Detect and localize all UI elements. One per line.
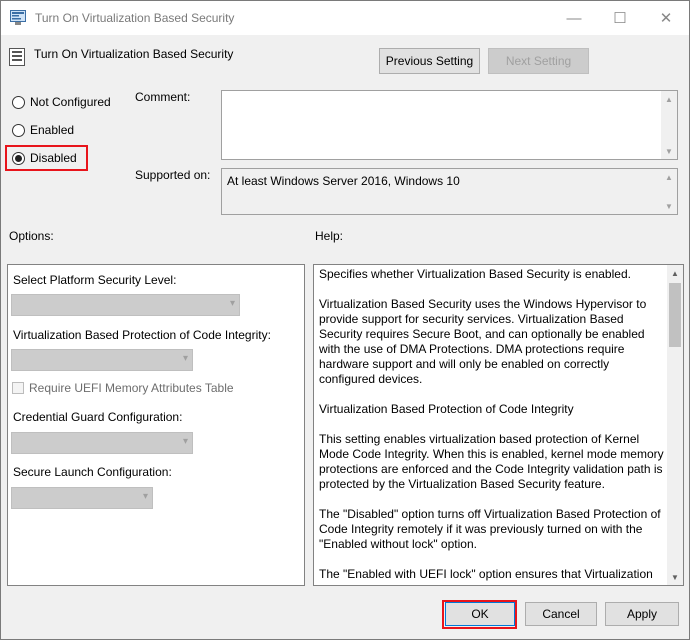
help-text: Specifies whether Virtualization Based S… bbox=[319, 267, 665, 585]
minimize-button[interactable]: — bbox=[551, 1, 597, 35]
chevron-down-icon: ▾ bbox=[182, 436, 188, 447]
platform-security-label: Select Platform Security Level: bbox=[13, 273, 177, 287]
code-integrity-dropdown[interactable]: ▾ bbox=[11, 349, 193, 371]
supported-on-scrollbar[interactable]: ▲ ▼ bbox=[661, 169, 677, 214]
help-paragraph: The "Enabled with UEFI lock" option ensu… bbox=[319, 567, 653, 581]
radio-enabled-label: Enabled bbox=[30, 123, 75, 137]
uefi-memory-checkbox-box bbox=[12, 382, 24, 394]
previous-setting-button[interactable]: Previous Setting bbox=[379, 48, 480, 74]
uefi-memory-checkbox[interactable]: Require UEFI Memory Attributes Table bbox=[12, 381, 234, 395]
platform-security-dropdown[interactable]: ▾ bbox=[11, 294, 240, 316]
help-scrollbar[interactable]: ▲ ▼ bbox=[667, 265, 683, 585]
chevron-down-icon: ▾ bbox=[229, 298, 235, 309]
policy-setting-icon bbox=[9, 48, 25, 66]
minimize-icon: — bbox=[566, 9, 582, 27]
help-panel: Specifies whether Virtualization Based S… bbox=[313, 264, 684, 586]
chevron-down-icon: ▾ bbox=[182, 353, 188, 364]
options-heading: Options: bbox=[9, 229, 54, 243]
scroll-up-icon[interactable]: ▲ bbox=[661, 91, 677, 107]
policy-dialog: Turn On Virtualization Based Security — … bbox=[0, 0, 690, 640]
maximize-button[interactable]: ☐ bbox=[597, 1, 643, 35]
help-paragraph: Virtualization Based Protection of Code … bbox=[319, 402, 574, 416]
radio-not-configured[interactable]: Not Configured bbox=[12, 95, 111, 109]
secure-launch-label: Secure Launch Configuration: bbox=[13, 465, 172, 479]
help-paragraph: Virtualization Based Security uses the W… bbox=[319, 297, 647, 386]
help-paragraph: The "Disabled" option turns off Virtuali… bbox=[319, 507, 661, 551]
next-setting-button[interactable]: Next Setting bbox=[488, 48, 589, 74]
apply-button[interactable]: Apply bbox=[605, 602, 679, 626]
scroll-up-icon[interactable]: ▲ bbox=[667, 265, 683, 281]
close-button[interactable]: ✕ bbox=[643, 1, 689, 35]
help-heading: Help: bbox=[315, 229, 344, 243]
comment-scrollbar[interactable]: ▲ ▼ bbox=[661, 91, 677, 159]
help-paragraph: Specifies whether Virtualization Based S… bbox=[319, 267, 631, 281]
supported-on-value: At least Windows Server 2016, Windows 10 bbox=[227, 174, 460, 188]
credential-guard-label: Credential Guard Configuration: bbox=[13, 410, 183, 424]
close-icon: ✕ bbox=[659, 10, 673, 27]
options-panel: Select Platform Security Level: ▾ Virtua… bbox=[7, 264, 305, 586]
help-paragraph: This setting enables virtualization base… bbox=[319, 432, 664, 491]
uefi-memory-label: Require UEFI Memory Attributes Table bbox=[29, 381, 234, 395]
cancel-button[interactable]: Cancel bbox=[525, 602, 597, 626]
disabled-highlight-box bbox=[5, 145, 88, 171]
scroll-up-icon[interactable]: ▲ bbox=[661, 169, 677, 185]
credential-guard-dropdown[interactable]: ▾ bbox=[11, 432, 193, 454]
comment-textbox[interactable]: ▲ ▼ bbox=[221, 90, 678, 160]
comment-label: Comment: bbox=[135, 90, 191, 104]
scroll-down-icon[interactable]: ▼ bbox=[661, 198, 677, 214]
scroll-down-icon[interactable]: ▼ bbox=[667, 569, 683, 585]
secure-launch-dropdown[interactable]: ▾ bbox=[11, 487, 153, 509]
scroll-down-icon[interactable]: ▼ bbox=[661, 143, 677, 159]
radio-not-configured-label: Not Configured bbox=[30, 95, 111, 109]
title-bar[interactable]: Turn On Virtualization Based Security — … bbox=[1, 1, 689, 35]
window-title: Turn On Virtualization Based Security bbox=[35, 11, 235, 25]
help-scroll-thumb[interactable] bbox=[669, 283, 681, 347]
group-policy-app-icon bbox=[10, 10, 26, 25]
policy-name: Turn On Virtualization Based Security bbox=[34, 47, 234, 61]
radio-not-configured-indicator bbox=[12, 95, 25, 109]
supported-on-label: Supported on: bbox=[135, 168, 211, 182]
supported-on-box: At least Windows Server 2016, Windows 10… bbox=[221, 168, 678, 215]
maximize-icon: ☐ bbox=[613, 10, 627, 27]
radio-enabled[interactable]: Enabled bbox=[12, 123, 74, 137]
radio-enabled-indicator bbox=[12, 123, 25, 137]
ok-highlight-box bbox=[442, 600, 517, 629]
code-integrity-label: Virtualization Based Protection of Code … bbox=[13, 328, 271, 342]
chevron-down-icon: ▾ bbox=[142, 491, 148, 502]
